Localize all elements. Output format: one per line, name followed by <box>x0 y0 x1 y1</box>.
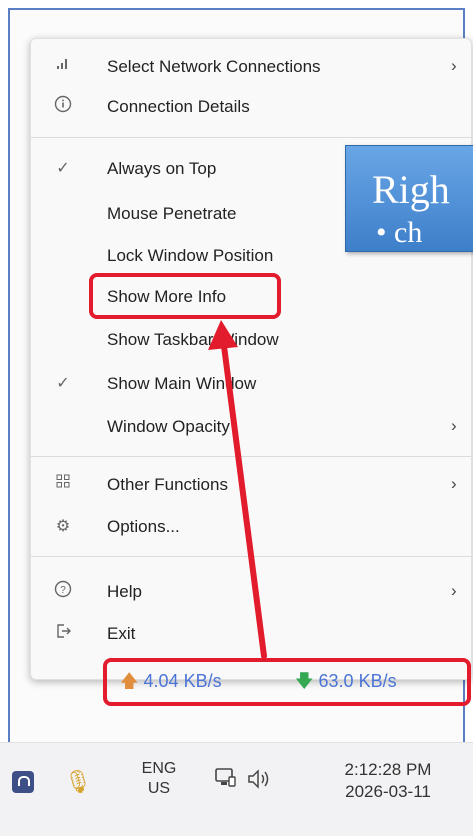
menu-item-connection-details[interactable]: Connection Details <box>31 89 471 125</box>
menu-item-window-opacity[interactable]: Window Opacity › <box>31 409 471 445</box>
network-icon[interactable] <box>214 767 238 795</box>
chevron-right-icon: › <box>451 474 457 493</box>
svg-text:?: ? <box>60 585 66 596</box>
callout-bullet: • ch <box>376 216 423 249</box>
clock-time: 2:12:28 PM <box>344 760 432 779</box>
menu-item-label: Other Functions <box>107 475 228 494</box>
menu-separator <box>31 137 471 138</box>
grid-icon <box>51 473 75 497</box>
gear-icon: ⚙ <box>55 518 71 535</box>
help-icon: ? <box>51 580 75 604</box>
volume-icon[interactable] <box>246 768 274 796</box>
microphone-icon[interactable]: 🎙 <box>64 769 92 795</box>
menu-item-exit[interactable]: Exit <box>31 616 471 652</box>
lock-icon[interactable] <box>12 771 34 793</box>
check-icon: ✓ <box>56 375 70 392</box>
language-indicator[interactable]: ENG US <box>137 759 181 799</box>
menu-item-label: Options... <box>107 517 180 536</box>
clock-date: 2026-03-11 <box>345 782 431 801</box>
menu-separator <box>31 456 471 457</box>
context-menu: Select Network Connections › Connection … <box>30 38 472 680</box>
exit-icon <box>51 622 75 646</box>
menu-item-help[interactable]: ? Help › <box>31 574 471 610</box>
menu-item-label: Mouse Penetrate <box>107 204 237 223</box>
menu-item-label: Lock Window Position <box>107 246 274 265</box>
menu-item-label: Exit <box>107 624 136 643</box>
clock[interactable]: 2:12:28 PM 2026-03-11 <box>330 759 446 803</box>
menu-item-label: Show Taskbar Window <box>107 330 279 349</box>
chevron-right-icon: › <box>451 56 457 75</box>
menu-item-label: Connection Details <box>107 97 250 116</box>
menu-item-label: Always on Top <box>107 159 217 178</box>
chevron-right-icon: › <box>451 581 457 600</box>
signal-icon <box>51 55 75 79</box>
highlight-box-show-more-info <box>89 273 281 319</box>
region-code: US <box>147 780 171 797</box>
info-icon <box>51 95 75 119</box>
menu-separator <box>31 556 471 557</box>
menu-item-show-main-window[interactable]: ✓ Show Main Window <box>31 366 471 402</box>
menu-item-options[interactable]: ⚙ Options... <box>31 509 471 545</box>
menu-item-select-network-connections[interactable]: Select Network Connections › <box>31 49 471 85</box>
menu-item-label: Select Network Connections <box>107 57 321 76</box>
callout-title: Righ <box>372 167 450 212</box>
callout-box: Righ • ch <box>345 145 473 252</box>
language-code: ENG <box>141 760 177 777</box>
menu-item-show-taskbar-window[interactable]: Show Taskbar Window <box>31 322 471 358</box>
highlight-box-speed <box>103 658 471 706</box>
menu-item-label: Window Opacity <box>107 417 230 436</box>
taskbar: 🎙 ENG US 2:12:28 PM 2026-03-11 <box>0 742 473 836</box>
menu-item-other-functions[interactable]: Other Functions › <box>31 467 471 503</box>
chevron-right-icon: › <box>451 416 457 435</box>
menu-item-label: Show Main Window <box>107 374 257 393</box>
check-icon: ✓ <box>56 160 70 177</box>
menu-item-label: Help <box>107 582 142 601</box>
